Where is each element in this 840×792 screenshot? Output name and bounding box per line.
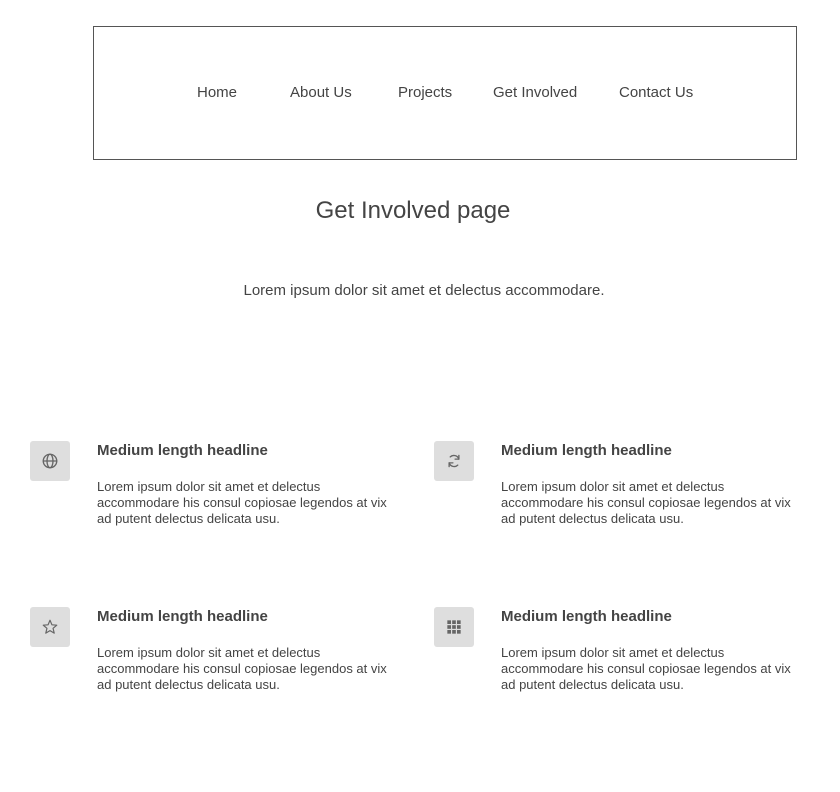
nav-link-home[interactable]: Home (197, 84, 237, 101)
grid-icon (434, 607, 474, 647)
feature-description: Lorem ipsum dolor sit amet et delectus a… (501, 479, 791, 526)
refresh-icon (434, 441, 474, 481)
feature-headline: Medium length headline (97, 608, 268, 625)
globe-icon (30, 441, 70, 481)
nav-link-about-us[interactable]: About Us (290, 84, 352, 101)
feature-description: Lorem ipsum dolor sit amet et delectus a… (97, 479, 387, 526)
feature-headline: Medium length headline (97, 442, 268, 459)
main-navigation: Home About Us Projects Get Involved Cont… (93, 26, 797, 160)
feature-description: Lorem ipsum dolor sit amet et delectus a… (97, 645, 387, 692)
feature-headline: Medium length headline (501, 608, 672, 625)
page-title: Get Involved page (315, 197, 511, 224)
star-icon (30, 607, 70, 647)
nav-link-contact-us[interactable]: Contact Us (619, 84, 693, 101)
nav-link-get-involved[interactable]: Get Involved (493, 84, 577, 101)
nav-link-projects[interactable]: Projects (398, 84, 452, 101)
feature-description: Lorem ipsum dolor sit amet et delectus a… (501, 645, 791, 692)
feature-headline: Medium length headline (501, 442, 672, 459)
intro-text: Lorem ipsum dolor sit amet et delectus a… (243, 282, 605, 299)
